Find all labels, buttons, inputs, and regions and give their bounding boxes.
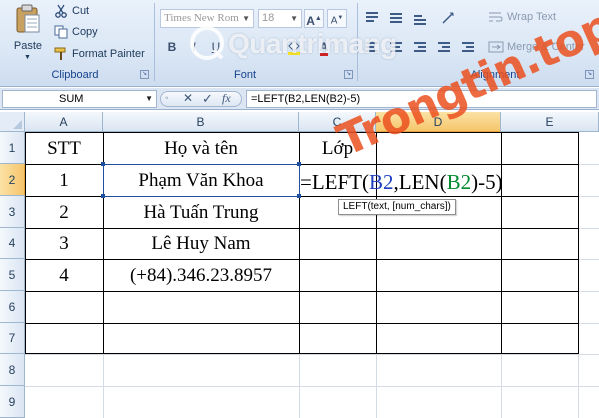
formula-buttons: ◦ ✕ ✓ fx xyxy=(160,91,242,107)
table-border xyxy=(25,164,579,165)
formula-ref-1: B2 xyxy=(369,170,394,194)
cell-a4[interactable]: 3 xyxy=(25,233,103,255)
font-group-label: Font xyxy=(233,69,256,81)
resize-handle-icon[interactable]: ◦ xyxy=(165,93,169,104)
cell-c2-editor[interactable]: =LEFT(B2,LEN(B2)-5) xyxy=(300,170,503,195)
gridline xyxy=(25,354,599,355)
grow-font-label: A xyxy=(306,14,315,28)
spreadsheet-grid: A B C D E 1 2 3 4 5 6 7 8 9 STT Họ và tê… xyxy=(0,112,599,418)
table-border xyxy=(376,132,377,354)
name-box[interactable]: SUM ▼ xyxy=(2,90,157,108)
text-orientation-icon xyxy=(442,12,454,24)
wrap-text-icon xyxy=(489,12,503,22)
chevron-down-icon: ▼ xyxy=(24,54,31,61)
function-tooltip[interactable]: LEFT(text, [num_chars]) xyxy=(338,199,456,215)
reference-handle[interactable] xyxy=(101,162,105,166)
row-header-9[interactable]: 9 xyxy=(0,386,25,418)
increase-indent-button[interactable] xyxy=(458,40,478,56)
row-header-8[interactable]: 8 xyxy=(0,354,25,386)
insert-function-icon[interactable]: fx xyxy=(222,91,231,106)
cell-a5[interactable]: 4 xyxy=(25,265,103,287)
cut-label: Cut xyxy=(72,5,90,17)
bold-label: B xyxy=(167,40,177,54)
cell-a3[interactable]: 2 xyxy=(25,202,103,224)
cell-b4[interactable]: Lê Huy Nam xyxy=(103,233,299,255)
table-border xyxy=(25,259,579,260)
row-header-7[interactable]: 7 xyxy=(0,323,25,354)
row-header-6[interactable]: 6 xyxy=(0,291,25,323)
dialog-launcher-icon[interactable]: ↘ xyxy=(140,70,149,79)
font-size-select[interactable]: 18 ▼ xyxy=(258,9,302,28)
column-header-a[interactable]: A xyxy=(25,112,103,132)
cell-b2[interactable]: Phạm Văn Khoa xyxy=(103,170,299,192)
cell-b3[interactable]: Hà Tuấn Trung xyxy=(103,202,299,224)
watermark-text: Quantrimang xyxy=(228,28,397,59)
cell-a1[interactable]: STT xyxy=(25,138,103,160)
grow-font-button[interactable]: A▲ xyxy=(304,9,324,28)
table-border xyxy=(501,132,502,354)
paste-label: Paste xyxy=(13,40,43,52)
enter-icon[interactable]: ✓ xyxy=(202,91,213,107)
font-size-value: 18 xyxy=(262,12,275,24)
gridline xyxy=(578,132,579,418)
row-header-2[interactable]: 2 xyxy=(0,164,25,196)
row-header-5[interactable]: 5 xyxy=(0,259,25,291)
select-all-button[interactable] xyxy=(0,112,25,132)
table-border xyxy=(25,291,579,292)
decrease-indent-button[interactable] xyxy=(434,40,454,56)
copy-label: Copy xyxy=(72,26,98,38)
row-header-4[interactable]: 4 xyxy=(0,228,25,259)
cut-button[interactable]: Cut xyxy=(54,2,89,20)
column-header-e[interactable]: E xyxy=(501,112,599,132)
font-name-value: Times New Rom xyxy=(164,12,239,24)
clipboard-icon xyxy=(16,4,40,33)
shrink-font-button[interactable]: A▼ xyxy=(327,9,347,28)
dialog-launcher-icon[interactable]: ↘ xyxy=(344,70,353,79)
clipboard-group-label: Clipboard xyxy=(51,69,99,81)
chevron-down-icon: ▼ xyxy=(242,14,250,23)
name-box-value: SUM xyxy=(59,93,84,105)
dialog-launcher-icon[interactable]: ↘ xyxy=(585,70,594,79)
scissors-icon xyxy=(54,4,68,18)
copy-button[interactable]: Copy xyxy=(54,23,98,41)
formula-suffix: )-5) xyxy=(471,170,503,194)
formula-middle: ,LEN( xyxy=(393,170,447,194)
wrap-text-button[interactable]: Wrap Text xyxy=(488,10,556,24)
copy-icon xyxy=(54,25,68,39)
table-border xyxy=(25,196,579,197)
formula-ref-2: B2 xyxy=(446,170,472,194)
column-header-b[interactable]: B xyxy=(103,112,299,132)
bold-button[interactable]: B xyxy=(162,38,182,57)
cancel-icon[interactable]: ✕ xyxy=(183,91,193,105)
row-header-3[interactable]: 3 xyxy=(0,196,25,228)
row-header-1[interactable]: 1 xyxy=(0,132,25,164)
table-border xyxy=(25,323,579,324)
align-right-button[interactable] xyxy=(410,40,430,56)
group-divider xyxy=(154,3,155,81)
paste-button[interactable]: Paste ▼ xyxy=(6,2,50,64)
chevron-down-icon[interactable]: ▼ xyxy=(145,91,153,107)
format-painter-button[interactable]: Format Painter xyxy=(54,45,145,63)
reference-handle[interactable] xyxy=(297,162,301,166)
table-border xyxy=(25,228,579,229)
reference-handle[interactable] xyxy=(101,194,105,198)
cell-b5[interactable]: (+84).346.23.8957 xyxy=(103,265,299,287)
chevron-down-icon: ▼ xyxy=(290,14,298,23)
orientation-button[interactable] xyxy=(440,10,460,26)
gridline xyxy=(25,386,599,387)
top-align-button[interactable] xyxy=(362,10,382,26)
paintbrush-icon xyxy=(54,47,68,61)
bottom-align-button[interactable] xyxy=(410,10,430,26)
watermark-logo xyxy=(190,26,224,60)
cell-a2[interactable]: 1 xyxy=(25,170,103,192)
cell-b1[interactable]: Họ và tên xyxy=(103,138,299,160)
formula-prefix: =LEFT( xyxy=(300,170,369,194)
format-painter-label: Format Painter xyxy=(72,48,145,60)
middle-align-button[interactable] xyxy=(386,10,406,26)
